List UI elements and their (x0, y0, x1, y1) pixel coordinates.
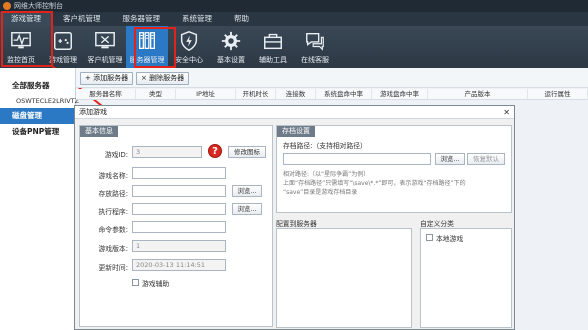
cmd-field[interactable] (132, 221, 226, 233)
menu-help[interactable]: 帮助 (223, 12, 260, 26)
gear-icon (221, 31, 241, 51)
category-list: 本地游戏 (420, 228, 512, 328)
game-assist-checkbox[interactable] (132, 279, 139, 286)
version-field: 1 (132, 240, 226, 252)
restore-default-button[interactable]: 恢复默认 (467, 153, 505, 165)
toolbar-basic-settings[interactable]: 基本设置 (210, 26, 252, 68)
menu-client-management[interactable]: 客户机管理 (52, 12, 112, 26)
change-icon-button[interactable]: 修改图标 (228, 146, 266, 158)
computer-tools-icon (95, 32, 115, 49)
archive-settings-section: 存档设置 存档路径:（支持相对路径） 浏览... 恢复默认 相对路径:（以“星际… (276, 125, 512, 213)
sidebar-item-pnp-management[interactable]: 设备PNP管理 (0, 124, 75, 140)
game-assist-label: 游戏辅助 (142, 280, 170, 288)
column-header[interactable]: 系统盘命中率 (316, 89, 372, 99)
menu-system-management[interactable]: 系统管理 (171, 12, 223, 26)
game-id-field: 3 (132, 146, 202, 158)
app-logo-icon (3, 2, 11, 10)
toolbar-online-support[interactable]: 在线客服 (294, 26, 336, 68)
game-name-field[interactable] (132, 167, 226, 179)
column-header[interactable]: 游戏盘命中率 (372, 89, 428, 99)
updated-field: 2020-03-13 11:14:51 (132, 259, 226, 271)
toolbar-label: 安全中心 (175, 56, 203, 64)
column-header[interactable]: 产品版本 (428, 89, 528, 99)
server-action-bar: + 添加服务器 × 删除服务器 (76, 68, 588, 88)
toolbar-label: 在线客服 (301, 56, 329, 64)
toolbar-label: 客户机管理 (87, 56, 123, 64)
window-title: 网维大师控制台 (14, 2, 63, 10)
gamepad-icon (54, 32, 72, 50)
server-sidebar: 全部服务器 OSWTECLE2LRIVTZ 磁盘管理 设备PNP管理 (0, 68, 79, 330)
archive-note: 上面“存档路径”只需填写“\save\*.*”即可，表示游戏“存档路径”下的 (283, 180, 466, 187)
column-header[interactable]: 类型 (136, 89, 176, 99)
browse-save-path-button[interactable]: 浏览... (232, 185, 262, 197)
add-server-button[interactable]: + 添加服务器 (80, 72, 134, 85)
chat-icon (306, 32, 324, 51)
archive-path-label: 存档路径:（支持相对路径） (283, 142, 367, 150)
category-heading: 自定义分类 (420, 220, 454, 228)
toolbar-label: 基本设置 (217, 56, 245, 64)
toolbar-label: 游戏管理 (49, 56, 77, 64)
deploy-server-list[interactable] (276, 228, 412, 328)
section-heading: 存档设置 (277, 126, 315, 137)
column-header[interactable]: 连接数 (276, 89, 316, 99)
sidebar-item-all-servers[interactable]: 全部服务器 (0, 78, 75, 94)
menu-bar: 游戏管理 客户机管理 服务器管理 系统管理 帮助 (0, 12, 588, 26)
sidebar-item-server[interactable]: OSWTECLE2LRIVTZ (0, 94, 79, 108)
local-game-checkbox[interactable] (426, 234, 433, 241)
section-heading: 基本信息 (80, 126, 118, 137)
toolbar-label: 辅助工具 (259, 56, 287, 64)
add-game-dialog: 添加游戏 ✕ 基本信息 游戏ID: 3 ? 修改图标 游戏名称: 存放路径: 浏… (74, 105, 515, 330)
save-path-label: 存放路径: (98, 190, 128, 198)
column-header[interactable]: 开机时长 (236, 89, 276, 99)
browse-exec-button[interactable]: 浏览... (232, 203, 262, 215)
highlight-box (1, 11, 53, 67)
local-game-label: 本地游戏 (436, 235, 464, 243)
toolbox-icon (264, 33, 282, 50)
exec-label: 执行程序: (98, 208, 128, 216)
updated-label: 更新时间: (98, 264, 128, 272)
column-header[interactable]: 服务器名称 (76, 89, 136, 99)
delete-server-button[interactable]: × 删除服务器 (136, 72, 190, 85)
column-header[interactable]: IP地址 (176, 89, 236, 99)
sidebar-item-disk-management[interactable]: 磁盘管理 (0, 108, 75, 124)
archive-path-field[interactable] (283, 153, 431, 165)
dialog-title-bar: 添加游戏 (75, 106, 514, 119)
exec-field[interactable] (132, 203, 226, 215)
column-header[interactable]: 运行属性 (528, 89, 588, 99)
basic-info-section: 基本信息 游戏ID: 3 ? 修改图标 游戏名称: 存放路径: 浏览... 执行… (79, 125, 273, 327)
toolbar-client-management[interactable]: 客户机管理 (84, 26, 126, 68)
cmd-label: 命令参数: (98, 226, 128, 234)
version-label: 游戏版本: (98, 245, 128, 253)
shield-bolt-icon (180, 31, 198, 51)
browse-archive-button[interactable]: 浏览... (435, 153, 465, 165)
game-id-label: 游戏ID: (104, 151, 128, 159)
archive-note: “save”目录是游戏存档目录 (283, 189, 358, 196)
main-toolbar: 监控首页 游戏管理 客户机管理 服务器管理 安全中心 基本设置 辅助工具 在线客… (0, 26, 588, 68)
game-name-label: 游戏名称: (98, 172, 128, 180)
archive-note: 相对路径:（以“星际争霸”为例） (283, 171, 370, 178)
server-table-header: 服务器名称 类型 IP地址 开机时长 连接数 系统盘命中率 游戏盘命中率 产品版… (76, 89, 588, 100)
deploy-heading: 配置到服务器 (276, 220, 317, 228)
question-icon[interactable]: ? (208, 144, 222, 158)
highlight-box (134, 27, 176, 68)
close-icon[interactable]: ✕ (503, 108, 510, 117)
title-bar: 网维大师控制台 (0, 0, 588, 12)
menu-server-management[interactable]: 服务器管理 (112, 12, 172, 26)
toolbar-aux-tools[interactable]: 辅助工具 (252, 26, 294, 68)
save-path-field[interactable] (132, 185, 226, 197)
